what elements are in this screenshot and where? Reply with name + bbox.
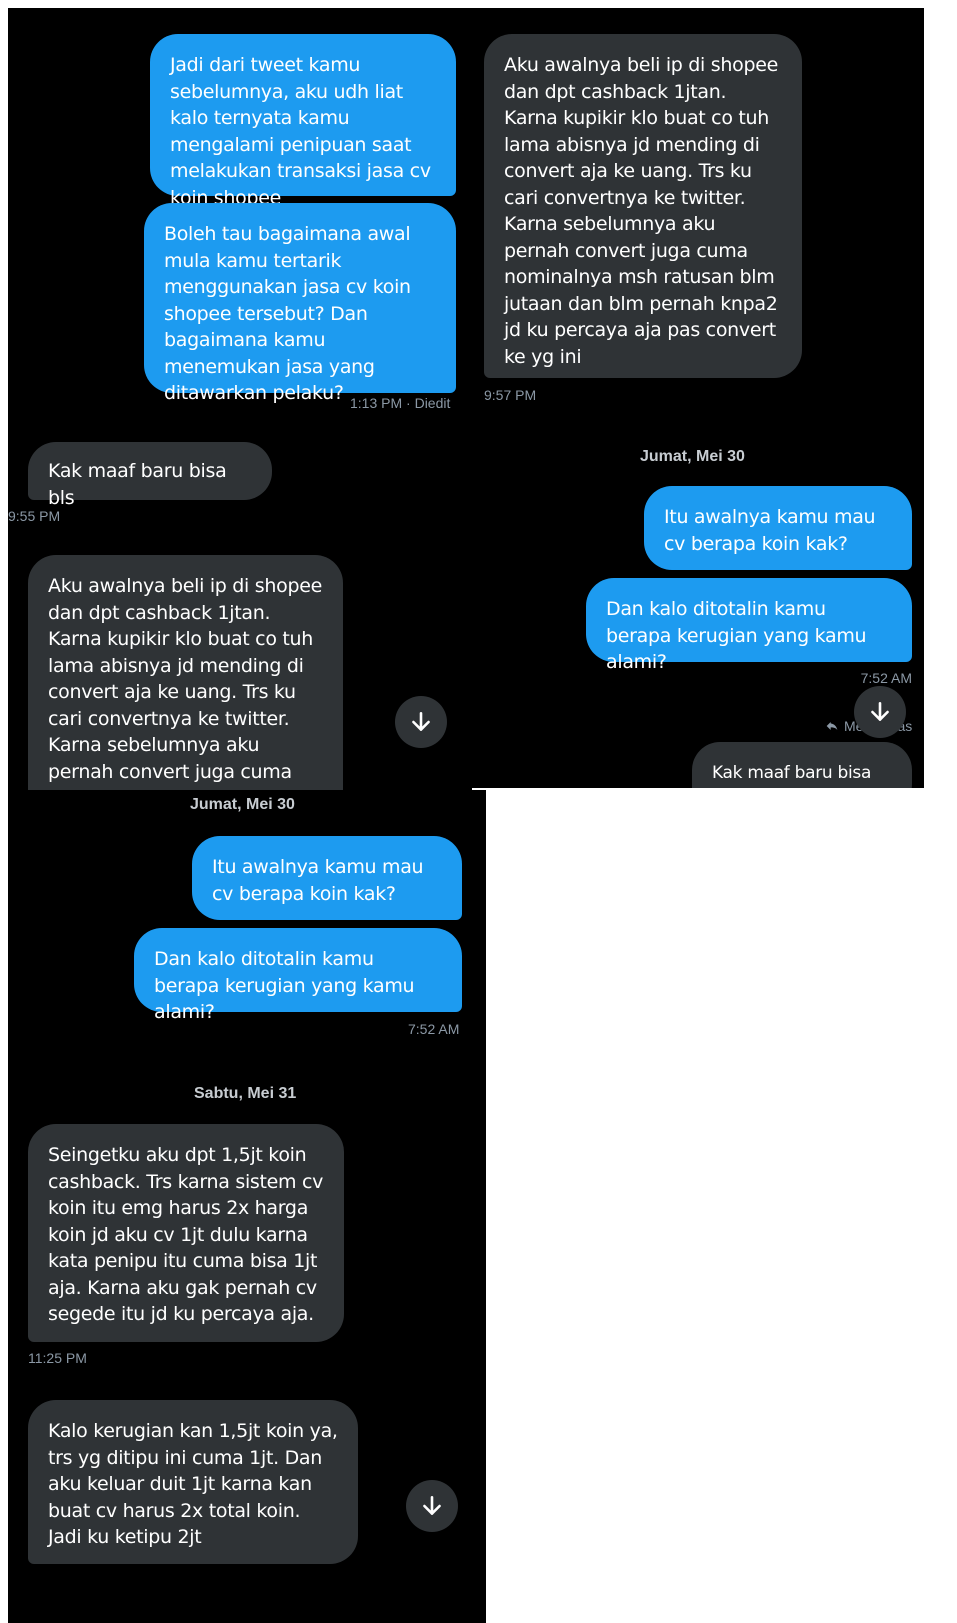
outgoing-message[interactable]: Itu awalnya kamu mau cv berapa koin kak? bbox=[644, 486, 912, 570]
outgoing-message[interactable]: Dan kalo ditotalin kamu berapa kerugian … bbox=[586, 578, 912, 673]
arrow-down-icon bbox=[412, 712, 430, 731]
arrow-down-icon bbox=[871, 702, 889, 721]
incoming-message[interactable]: Aku awalnya beli ip di shopee dan dpt ca… bbox=[484, 34, 802, 378]
incoming-message[interactable]: Kalo kerugian kan 1,5jt koin ya, trs yg … bbox=[28, 1400, 358, 1564]
incoming-message[interactable]: Kak maaf baru bisa bls bbox=[28, 442, 272, 509]
scroll-down-button[interactable] bbox=[395, 696, 447, 748]
date-separator: Jumat, Mei 30 bbox=[190, 796, 295, 813]
chat-panel-2: Aku awalnya beli ip di shopee dan dpt ca… bbox=[472, 8, 924, 788]
message-timestamp: 7:52 AM bbox=[860, 670, 912, 686]
outgoing-message[interactable]: Itu awalnya kamu mau cv berapa koin kak? bbox=[192, 836, 462, 920]
outgoing-message[interactable]: Jadi dari tweet kamu sebelumnya, aku udh… bbox=[150, 34, 456, 209]
message-timestamp: 1:13 PM · Diedit bbox=[350, 395, 451, 411]
date-separator: Sabtu, Mei 31 bbox=[194, 1085, 297, 1102]
incoming-message[interactable]: Seingetku aku dpt 1,5jt koin cashback. T… bbox=[28, 1124, 344, 1342]
reply-arrow-icon bbox=[826, 722, 838, 730]
message-timestamp: 9:55 PM bbox=[8, 508, 61, 524]
chat-panel-1: Jadi dari tweet kamu sebelumnya, aku udh… bbox=[8, 8, 472, 790]
message-timestamp: 11:25 PM bbox=[28, 1350, 87, 1366]
incoming-message[interactable]: Kak maaf baru bisa bls bbox=[692, 742, 912, 788]
chat-panel-3: Jumat, Mei 30 Itu awalnya kamu mau cv be… bbox=[8, 790, 486, 1623]
scroll-down-button[interactable] bbox=[854, 686, 906, 738]
arrow-down-icon bbox=[423, 1496, 441, 1515]
outgoing-message[interactable]: Dan kalo ditotalin kamu berapa kerugian … bbox=[134, 928, 462, 1023]
incoming-message[interactable]: Aku awalnya beli ip di shopee dan dpt ca… bbox=[28, 555, 343, 790]
message-timestamp: 7:52 AM bbox=[408, 1021, 460, 1037]
outgoing-message[interactable]: Boleh tau bagaimana awal mula kamu terta… bbox=[144, 203, 456, 404]
date-separator: Jumat, Mei 30 bbox=[640, 448, 745, 465]
scroll-down-button[interactable] bbox=[406, 1480, 458, 1532]
message-timestamp: 9:57 PM bbox=[484, 387, 537, 403]
